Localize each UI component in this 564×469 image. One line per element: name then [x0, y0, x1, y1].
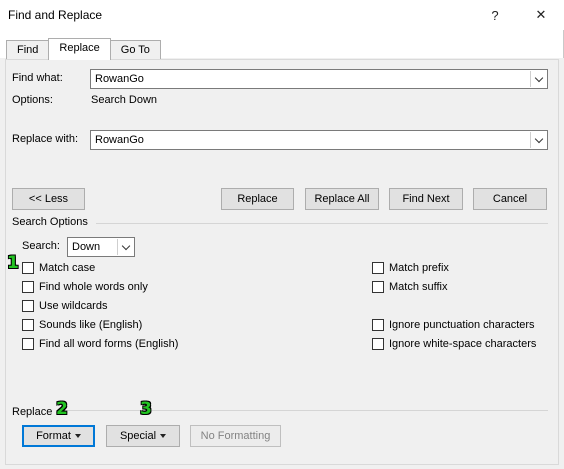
cancel-button[interactable]: Cancel — [473, 188, 547, 210]
match-prefix-label: Match prefix — [389, 262, 449, 274]
replace-with-value: RowanGo — [95, 134, 144, 146]
search-direction-dropdown-button[interactable] — [117, 239, 133, 255]
search-direction-select[interactable]: Down — [67, 237, 135, 257]
ignore-punctuation-label: Ignore punctuation characters — [389, 319, 535, 331]
chevron-down-icon — [534, 134, 543, 143]
tab-strip: Find Replace Go To — [6, 38, 161, 60]
match-suffix-label: Match suffix — [389, 281, 448, 293]
ignore-white-space-label: Ignore white-space characters — [389, 338, 537, 350]
close-button[interactable]: ✕ — [527, 4, 555, 26]
replace-with-combobox[interactable]: RowanGo — [90, 130, 548, 150]
annotation-badge-2: 2 — [56, 399, 68, 419]
use-wildcards-label: Use wildcards — [39, 300, 108, 312]
match-case-checkbox[interactable] — [22, 262, 34, 274]
replace-button[interactable]: Replace — [221, 188, 294, 210]
replace-with-dropdown-button[interactable] — [530, 132, 546, 148]
chevron-down-icon — [534, 73, 543, 82]
annotation-badge-1: 1 — [7, 253, 19, 273]
search-direction-value: Down — [72, 241, 101, 253]
tab-replace[interactable]: Replace — [48, 38, 111, 60]
no-formatting-button[interactable]: No Formatting — [190, 425, 281, 447]
replace-tab-panel: Find what: RowanGo Options: Search Down … — [5, 59, 559, 465]
tab-find[interactable]: Find — [6, 40, 50, 60]
find-replace-dialog: Find and Replace ? ✕ Find Replace Go To … — [0, 0, 564, 469]
format-button[interactable]: Format — [22, 425, 95, 447]
tab-go-to[interactable]: Go To — [109, 40, 161, 60]
help-button[interactable]: ? — [481, 4, 509, 26]
special-button-label: Special — [119, 430, 157, 442]
find-all-word-forms-label: Find all word forms (English) — [39, 338, 179, 350]
match-case-label: Match case — [39, 262, 96, 274]
options-value: Search Down — [91, 94, 158, 106]
find-all-word-forms-checkbox[interactable] — [22, 338, 34, 350]
match-prefix-checkbox[interactable] — [372, 262, 384, 274]
search-options-heading: Search Options — [12, 216, 88, 228]
search-options-divider — [96, 223, 548, 224]
find-what-label: Find what: — [12, 72, 63, 84]
title-bar: Find and Replace ? ✕ — [0, 0, 564, 30]
find-what-combobox[interactable]: RowanGo — [90, 69, 548, 89]
use-wildcards-checkbox[interactable] — [22, 300, 34, 312]
replace-section-divider — [62, 410, 548, 411]
find-what-dropdown-button[interactable] — [530, 71, 546, 87]
replace-all-button[interactable]: Replace All — [305, 188, 379, 210]
match-suffix-checkbox[interactable] — [372, 281, 384, 293]
find-whole-words-checkbox[interactable] — [22, 281, 34, 293]
find-next-button[interactable]: Find Next — [389, 188, 463, 210]
special-button[interactable]: Special — [106, 425, 180, 447]
find-whole-words-label: Find whole words only — [39, 281, 148, 293]
sounds-like-label: Sounds like (English) — [39, 319, 143, 331]
less-button[interactable]: << Less — [12, 188, 85, 210]
options-label: Options: — [12, 94, 53, 106]
caret-down-icon — [74, 434, 81, 438]
window-title: Find and Replace — [8, 8, 103, 22]
find-what-value: RowanGo — [95, 73, 144, 85]
replace-with-label: Replace with: — [12, 133, 79, 145]
sounds-like-checkbox[interactable] — [22, 319, 34, 331]
format-button-label: Format — [36, 430, 71, 442]
replace-section-heading: Replace — [12, 406, 53, 418]
ignore-white-space-checkbox[interactable] — [372, 338, 384, 350]
annotation-badge-3: 3 — [140, 399, 152, 419]
ignore-punctuation-checkbox[interactable] — [372, 319, 384, 331]
chevron-down-icon — [121, 241, 130, 250]
search-direction-label: Search: — [22, 240, 60, 252]
caret-down-icon — [160, 434, 167, 438]
